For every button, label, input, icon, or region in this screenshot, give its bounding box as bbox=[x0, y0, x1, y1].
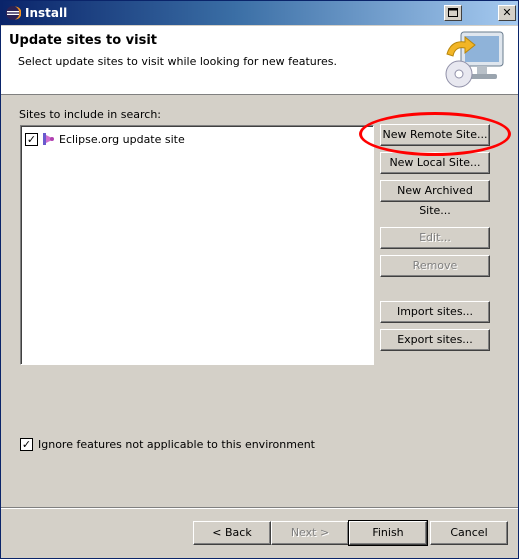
site-checkbox[interactable]: ✓ bbox=[25, 132, 38, 146]
cancel-button[interactable]: Cancel bbox=[430, 521, 508, 545]
page-title: Update sites to visit bbox=[9, 33, 157, 48]
remove-button[interactable]: Remove bbox=[380, 255, 490, 277]
back-button[interactable]: < Back bbox=[193, 521, 271, 545]
ignore-option[interactable]: ✓ Ignore features not applicable to this… bbox=[20, 438, 315, 451]
finish-button[interactable]: Finish bbox=[348, 520, 428, 546]
title-bar[interactable]: Install ✕ bbox=[1, 1, 518, 25]
new-local-site-button[interactable]: New Local Site... bbox=[380, 152, 490, 174]
ignore-label: Ignore features not applicable to this e… bbox=[38, 438, 315, 451]
eclipse-icon bbox=[6, 6, 21, 20]
edit-button[interactable]: Edit... bbox=[380, 227, 490, 249]
wizard-header: Update sites to visit Select update site… bbox=[1, 26, 518, 95]
new-archived-site-button[interactable]: New Archived Site... bbox=[380, 180, 490, 217]
list-item[interactable]: ✓ Eclipse.org update site bbox=[25, 131, 185, 147]
new-remote-site-button[interactable]: New Remote Site... bbox=[380, 124, 490, 146]
site-label: Eclipse.org update site bbox=[59, 132, 185, 146]
page-description: Select update sites to visit while looki… bbox=[18, 55, 338, 68]
maximize-button[interactable] bbox=[444, 5, 462, 21]
sites-label: Sites to include in search: bbox=[19, 108, 162, 121]
sites-list[interactable]: ✓ Eclipse.org update site bbox=[20, 125, 374, 365]
import-sites-button[interactable]: Import sites... bbox=[380, 301, 490, 323]
close-icon: ✕ bbox=[502, 6, 512, 19]
footer-separator bbox=[1, 507, 518, 509]
window-title: Install bbox=[25, 6, 68, 20]
install-computer-icon bbox=[445, 31, 504, 88]
close-button[interactable]: ✕ bbox=[498, 5, 516, 21]
ignore-checkbox[interactable]: ✓ bbox=[20, 438, 33, 451]
update-site-icon bbox=[43, 133, 54, 145]
export-sites-button[interactable]: Export sites... bbox=[380, 329, 490, 351]
install-dialog: Install ✕ Update sites to visit Select u… bbox=[0, 0, 519, 559]
restore-icon bbox=[448, 8, 458, 17]
next-button[interactable]: Next > bbox=[271, 521, 349, 545]
